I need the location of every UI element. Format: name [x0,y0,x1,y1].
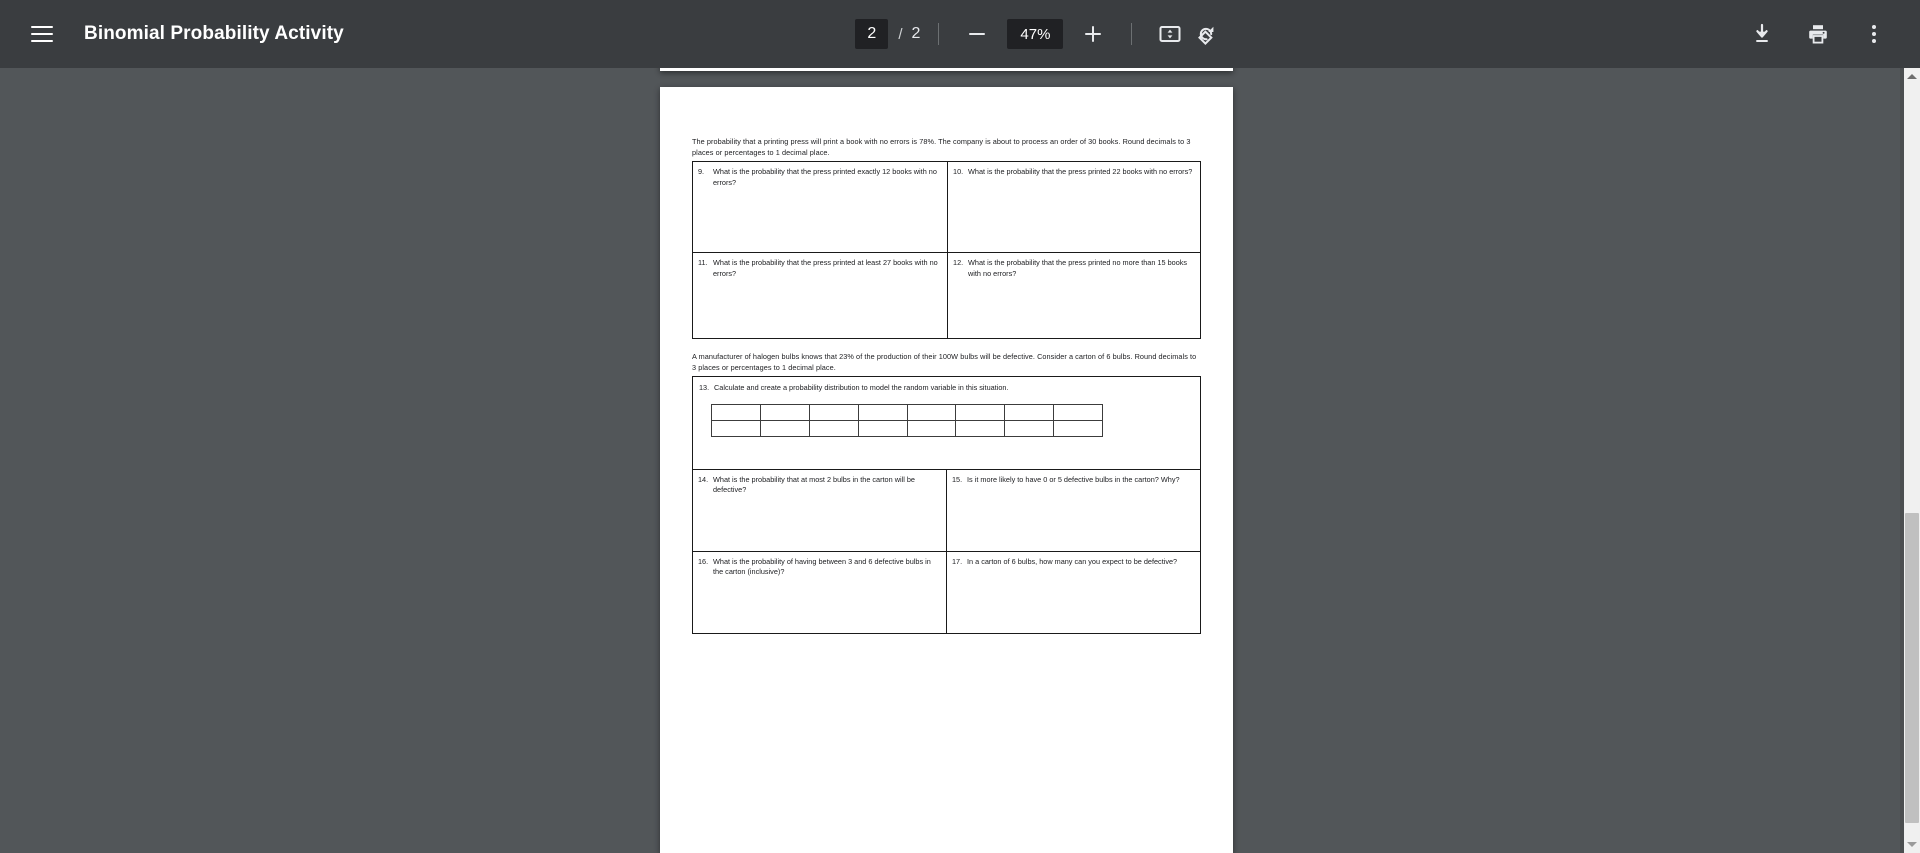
fit-to-page-icon [1159,26,1181,42]
zoom-in-button[interactable] [1073,14,1113,54]
question-cell-10: 10. What is the probability that the pre… [947,161,1201,254]
rotate-clockwise-icon [1198,26,1214,45]
pdf-page-current: The probability that a printing press wi… [660,87,1233,853]
question-text: In a carton of 6 bulbs, how many can you… [967,556,1178,566]
table-row: 13. Calculate and create a probability d… [692,376,1201,470]
dist-cell[interactable] [955,403,1006,421]
table-row: 16. What is the probability of having be… [692,550,1201,634]
download-icon [1756,23,1768,42]
hamburger-menu-button[interactable] [22,14,62,54]
minus-icon [969,33,986,35]
question-number: 10. [953,167,964,177]
question-cell-17: 17. In a carton of 6 bulbs, how many can… [946,550,1201,634]
dist-cell[interactable] [955,419,1006,437]
dist-cell[interactable] [808,403,859,421]
question-number: 9. [698,167,705,177]
page-title: Binomial Probability Activity [84,23,344,44]
dist-cell[interactable] [906,403,957,421]
scroll-up-arrow-icon [1907,74,1917,79]
scrollbar-thumb[interactable] [1905,513,1919,823]
more-vertical-icon [1872,25,1876,43]
zoom-out-button[interactable] [957,14,997,54]
question-number: 14. [698,474,709,484]
dist-cell[interactable] [1053,419,1103,437]
dist-cell[interactable] [759,419,810,437]
table-row [711,419,1103,437]
question-cell-13: 13. Calculate and create a probability d… [692,376,1201,470]
scroll-down-arrow-icon [1907,842,1917,847]
zoom-controls-group: 47% [957,14,1113,54]
dist-cell[interactable] [711,419,761,437]
more-options-button[interactable] [1854,14,1894,54]
question-cell-11: 11. What is the probability that the pre… [691,252,949,340]
question-text: What is the probability that the press p… [713,258,938,278]
table-row: 14. What is the probability that at most… [692,468,1201,552]
question-cell-15: 15. Is it more likely to have 0 or 5 def… [946,468,1201,552]
dist-cell[interactable] [808,419,859,437]
document-viewport[interactable]: The probability that a printing press wi… [0,68,1903,853]
printing-questions-table: 9. What is the probability that the pres… [691,161,1201,340]
dist-cell[interactable] [857,419,908,437]
question-cell-14: 14. What is the probability that at most… [692,468,947,552]
question-number: 11. [698,258,708,268]
printing-intro-paragraph: The probability that a printing press wi… [692,137,1191,157]
question-number: 15. [952,474,963,484]
zoom-level-value[interactable]: 47% [1007,19,1064,49]
rotate-button[interactable] [1190,14,1230,54]
table-row: 9. What is the probability that the pres… [691,161,1201,254]
question-text: What is the probability that the press p… [968,258,1188,278]
print-button[interactable] [1798,14,1838,54]
hamburger-menu-icon [31,26,53,42]
question-cell-9: 9. What is the probability that the pres… [691,161,949,254]
dist-cell[interactable] [857,403,908,421]
question-number: 17. [952,556,963,566]
toolbar-center-group: / 2 47% [344,14,1742,54]
question-text: Is it more likely to have 0 or 5 defecti… [967,474,1180,484]
scroll-up-button[interactable] [1904,68,1920,85]
table-row [711,403,1103,421]
question-text: Calculate and create a probability distr… [714,383,1009,393]
bulbs-intro-paragraph: A manufacturer of halogen bulbs knows th… [692,352,1197,372]
question-text: What is the probability of having betwee… [713,556,931,577]
probability-distribution-table [711,403,1103,437]
page-number-input[interactable] [855,19,889,49]
plus-icon [1085,26,1102,42]
page-separator: / [898,25,903,43]
dist-cell[interactable] [1004,403,1055,421]
page-navigation-group: / 2 [855,19,920,49]
toolbar-left-group: Binomial Probability Activity [0,14,344,54]
scrollbar-edge-strip [1900,68,1904,853]
dist-cell[interactable] [906,419,957,437]
bulbs-questions-table: 13. Calculate and create a probability d… [692,376,1201,634]
page-total-count: 2 [911,25,921,42]
question-number: 13. [699,383,710,393]
question-number: 12. [953,258,964,268]
print-icon [1809,25,1827,44]
dist-cell[interactable] [711,403,761,421]
question-text: What is the probability that the press p… [713,167,937,187]
question-cell-12: 12. What is the probability that the pre… [947,252,1201,340]
question-cell-16: 16. What is the probability of having be… [692,550,947,634]
dist-cell[interactable] [759,403,810,421]
fit-to-page-button[interactable] [1150,14,1190,54]
page-content: The probability that a printing press wi… [660,87,1233,853]
vertical-scrollbar[interactable] [1900,68,1920,853]
question-text: What is the probability that the press p… [968,167,1193,177]
dist-cell[interactable] [1053,403,1103,421]
scroll-down-button[interactable] [1904,836,1920,853]
question-text: What is the probability that at most 2 b… [713,474,915,495]
dist-cell[interactable] [1004,419,1055,437]
question-number: 16. [698,556,709,566]
download-button[interactable] [1742,14,1782,54]
toolbar-right-group [1742,14,1920,54]
toolbar-divider-1 [938,23,940,45]
viewer-toolbar: Binomial Probability Activity / 2 47% [0,0,1920,68]
toolbar-divider-2 [1131,23,1133,45]
pdf-page-previous [660,68,1233,71]
table-row: 11. What is the probability that the pre… [691,252,1201,340]
